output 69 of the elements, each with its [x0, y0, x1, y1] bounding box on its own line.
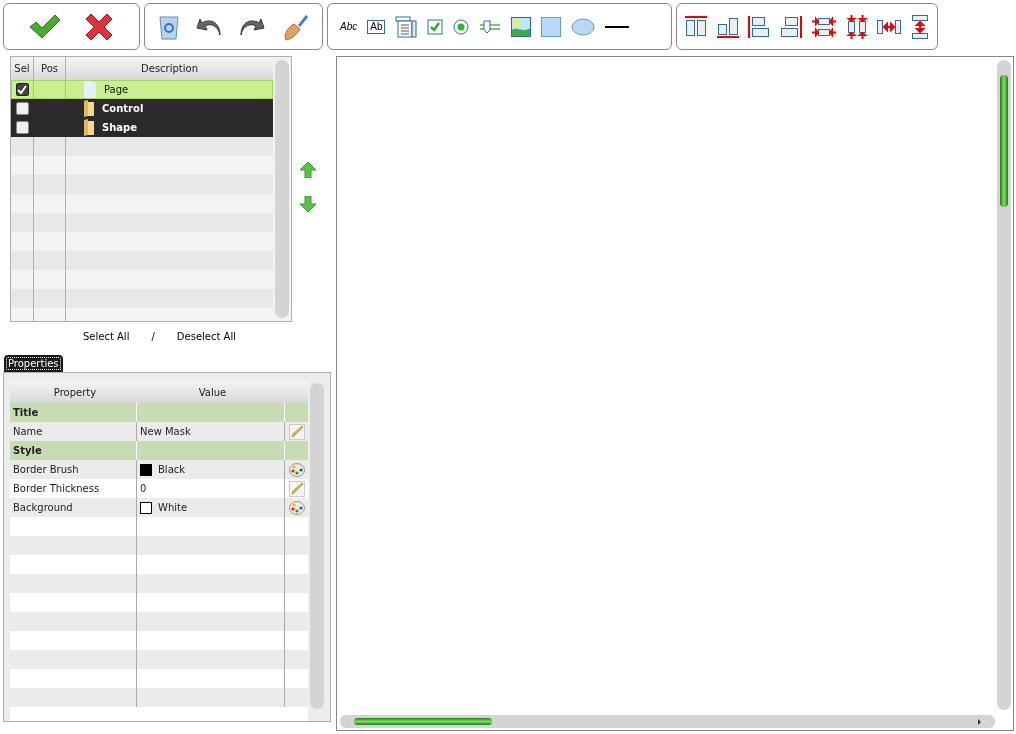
align-top-button[interactable]	[683, 14, 709, 39]
redo-icon	[238, 17, 265, 36]
list-row[interactable]: Control	[11, 99, 274, 118]
column-header: Value	[197, 385, 228, 400]
same-width-icon	[811, 15, 836, 38]
checkbox[interactable]	[15, 121, 29, 134]
vertical-spacing-icon	[910, 14, 929, 39]
radio-tool[interactable]	[451, 17, 472, 36]
align-left-icon	[748, 15, 771, 38]
properties-tab[interactable]: Properties	[4, 355, 63, 372]
color-picker-button[interactable]	[288, 500, 305, 515]
horizontal-scrollbar[interactable]	[340, 715, 995, 728]
separator: /	[151, 331, 155, 344]
checkbox-icon	[427, 18, 444, 35]
image-icon	[511, 16, 532, 37]
move-up-button[interactable]	[300, 162, 316, 178]
down-arrow-icon	[300, 196, 316, 212]
undo-icon	[196, 17, 223, 36]
list-row[interactable]: Page	[11, 80, 274, 99]
list-row[interactable]: Shape	[11, 118, 274, 137]
checkmark-icon	[28, 12, 63, 41]
same-height-icon	[845, 14, 868, 39]
listbox-icon	[395, 15, 418, 38]
palette-icon	[288, 500, 305, 515]
align-bottom-icon	[716, 15, 739, 38]
folder-icon	[84, 119, 94, 136]
textbox-tool[interactable]: Ab	[365, 18, 388, 35]
scrollbar[interactable]	[310, 383, 324, 709]
brush-icon	[281, 12, 308, 41]
page-icon	[84, 81, 96, 98]
horizontal-spacing-icon	[877, 18, 902, 35]
ellipse-tool[interactable]	[569, 16, 598, 37]
property-value: Black	[158, 464, 186, 475]
checkbox[interactable]	[15, 83, 29, 96]
folder-icon	[84, 100, 94, 117]
vertical-scrollbar[interactable]	[997, 60, 1011, 710]
image-tool[interactable]	[509, 15, 534, 38]
move-down-button[interactable]	[300, 196, 316, 212]
align-top-icon	[685, 15, 707, 38]
rectangle-icon	[541, 16, 562, 37]
column-header: Description	[140, 62, 199, 76]
row-label: Page	[104, 84, 129, 95]
recycle-bin-icon	[159, 13, 180, 40]
text-tool[interactable]: Abc	[338, 20, 360, 33]
deselect-all-link[interactable]: Deselect All	[176, 331, 236, 350]
edit-button[interactable]	[288, 480, 305, 497]
property-value: White	[158, 502, 188, 513]
listbox-tool[interactable]	[393, 14, 420, 39]
property-value: New Mask	[140, 426, 191, 437]
slider-icon	[479, 18, 502, 35]
column-header: Property	[52, 385, 98, 400]
horizontal-spacing-button[interactable]	[875, 17, 904, 36]
align-right-button[interactable]	[778, 14, 805, 39]
ellipse-icon	[571, 17, 596, 36]
edit-button[interactable]	[288, 423, 305, 440]
select-all-link[interactable]: Select All	[83, 331, 130, 350]
rectangle-tool[interactable]	[539, 15, 564, 38]
radio-button-icon	[453, 18, 470, 35]
row-label: Shape	[102, 122, 137, 133]
color-picker-button[interactable]	[288, 462, 305, 477]
property-value: 0	[140, 483, 147, 494]
checkbox[interactable]	[15, 102, 29, 115]
same-width-button[interactable]	[809, 14, 838, 39]
align-right-icon	[780, 15, 803, 38]
row-label: Control	[102, 103, 144, 114]
checkbox-tool[interactable]	[425, 17, 446, 36]
palette-icon	[288, 462, 305, 477]
scrollbar[interactable]	[275, 60, 289, 318]
up-arrow-icon	[300, 162, 316, 178]
